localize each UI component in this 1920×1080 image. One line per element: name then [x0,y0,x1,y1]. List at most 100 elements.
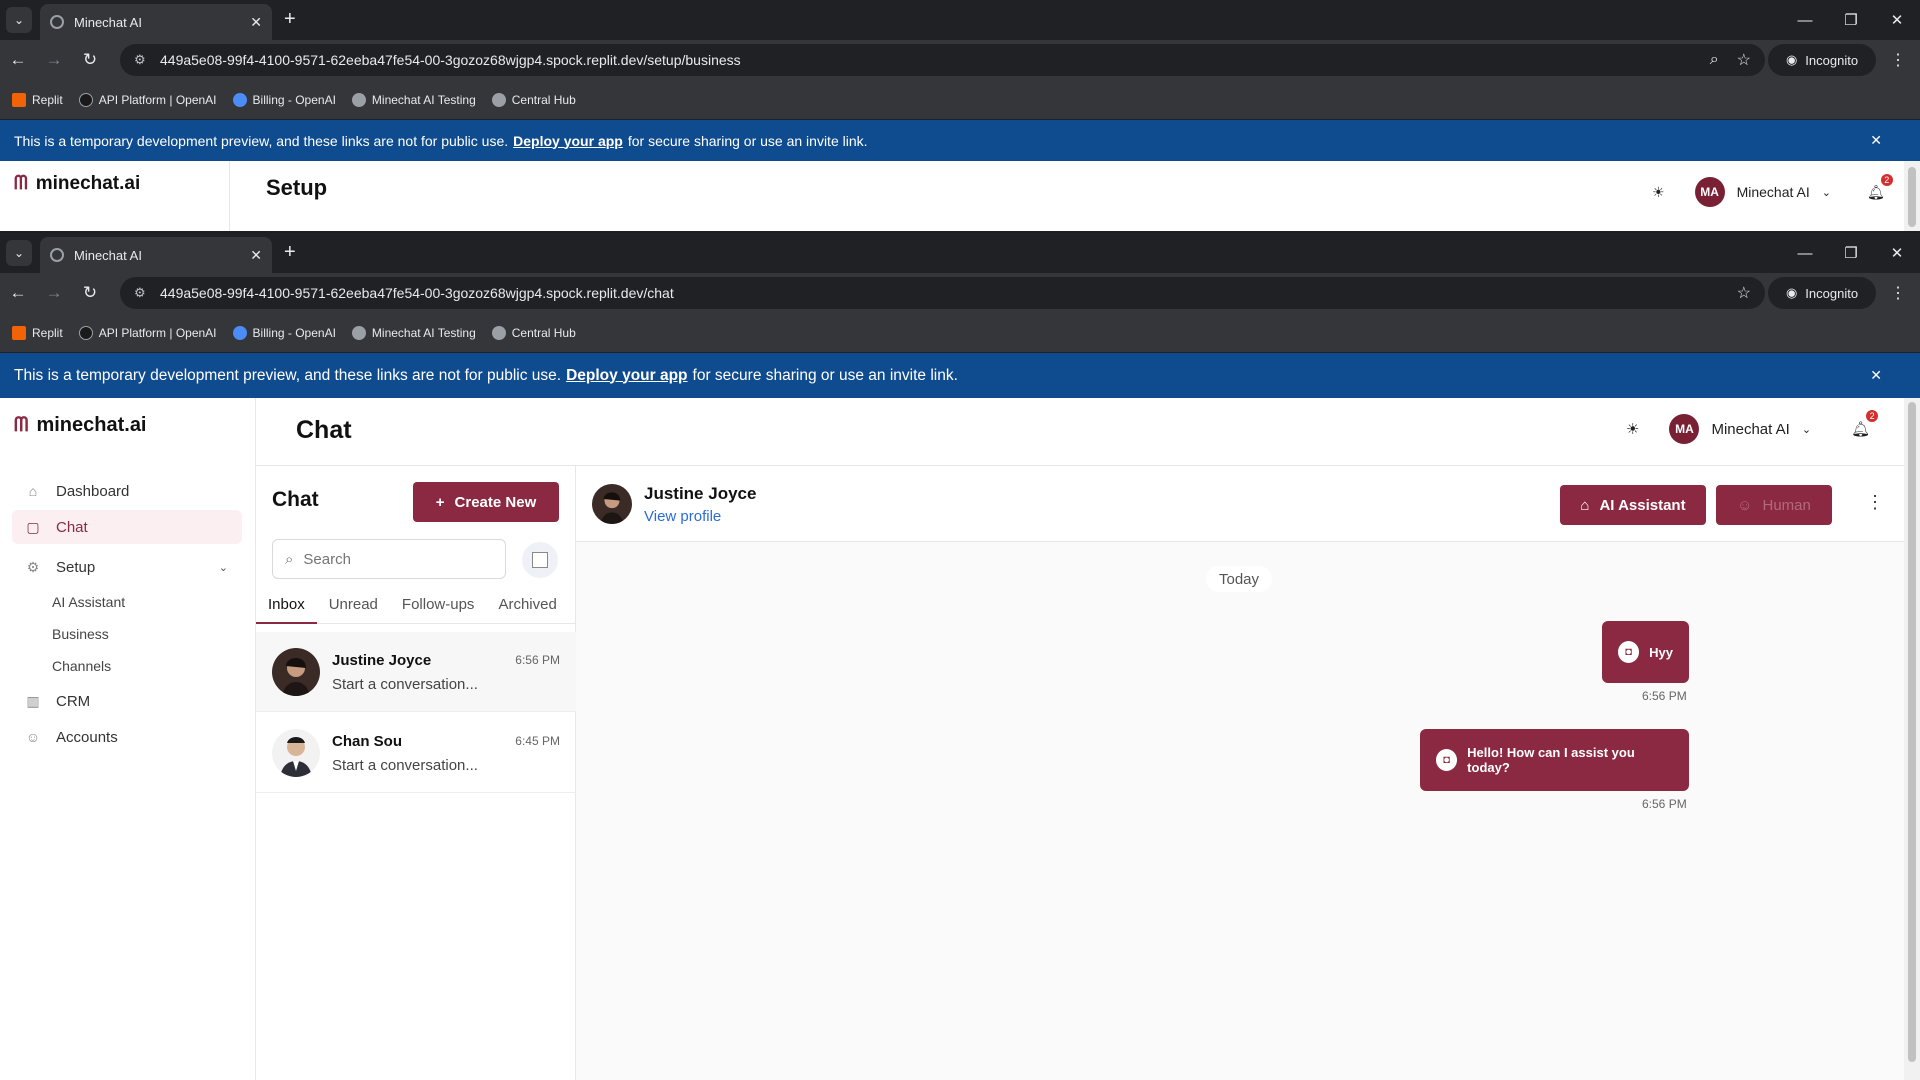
deploy-link[interactable]: Deploy your app [566,367,687,385]
avatar[interactable]: MA [1669,414,1700,444]
minimize-button[interactable]: — [1782,233,1828,273]
date-divider: Today [1206,566,1272,592]
restore-button[interactable]: ❐ [1828,0,1874,40]
notification-badge: 2 [1880,173,1893,186]
app-logo[interactable]: ᗰ minechat.ai [14,414,147,437]
ai-assistant-button[interactable]: ⌂ AI Assistant [1560,485,1706,525]
avatar[interactable]: MA [1694,177,1725,207]
restore-button[interactable]: ❐ [1828,233,1874,273]
message-time: 6:56 PM [1642,797,1687,811]
browser-tab[interactable]: Minechat AI ✕ [40,237,272,273]
chevron-down-icon[interactable]: ⌄ [1822,186,1831,199]
back-button[interactable]: ← [0,283,36,303]
site-settings-icon[interactable]: ⚙ [134,52,150,68]
theme-toggle-icon[interactable]: ☀ [1652,184,1665,201]
contact-avatar [272,729,320,777]
sidebar-item-accounts[interactable]: ☺ Accounts [12,720,242,754]
channel-filter-button[interactable] [522,542,558,578]
bookmark-replit[interactable]: Replit [12,92,63,107]
deploy-link[interactable]: Deploy your app [513,133,623,149]
conversation-item[interactable]: Chan Sou 6:45 PM Start a conversation... [256,713,576,793]
plus-icon: + [435,493,445,511]
address-bar[interactable]: ⚙ 449a5e08-99f4-4100-9571-62eeba47fe54-0… [120,277,1765,309]
browser-tab[interactable]: Minechat AI ✕ [40,4,272,40]
new-tab-button[interactable]: + [284,241,296,264]
browser-menu-icon[interactable]: ⋮ [1890,283,1906,303]
bookmark-billing[interactable]: Billing - OpenAI [232,325,336,340]
chevron-down-icon[interactable]: ⌄ [1802,423,1811,436]
tab-search-button[interactable]: ⌄ [6,240,32,266]
conversation-item[interactable]: Justine Joyce 6:56 PM Start a conversati… [256,632,576,712]
incognito-indicator[interactable]: ◉ Incognito [1768,277,1876,309]
bell-icon[interactable]: 🔔︎ 2 [1867,173,1893,201]
bookmark-replit[interactable]: Replit [12,325,63,340]
bookmark-minechat-testing[interactable]: Minechat AI Testing [351,325,476,340]
sidebar-item-dashboard[interactable]: ⌂ Dashboard [12,474,242,508]
bookmark-central-hub[interactable]: Central Hub [491,92,576,107]
replit-icon [12,92,26,107]
human-label: Human [1762,496,1811,514]
incognito-label: Incognito [1805,52,1859,68]
browser-menu-icon[interactable]: ⋮ [1890,50,1906,70]
tab-follow-ups[interactable]: Follow-ups [390,592,487,624]
back-button[interactable]: ← [0,50,36,70]
minimize-button[interactable]: — [1782,0,1828,40]
app-logo[interactable]: ᗰ minechat.ai [14,173,140,195]
search-box[interactable]: ⌕ [272,539,506,579]
url-text[interactable]: 449a5e08-99f4-4100-9571-62eeba47fe54-00-… [160,285,1719,301]
sidebar-item-label: Dashboard [56,482,130,500]
scrollbar-thumb[interactable] [1908,402,1916,1062]
user-name[interactable]: Minechat AI [1711,421,1789,438]
zoom-icon[interactable]: ⌕ [1710,51,1719,69]
user-name[interactable]: Minechat AI [1737,184,1810,200]
tab-close-icon[interactable]: ✕ [250,247,262,264]
forward-button[interactable]: → [36,50,72,70]
reload-button[interactable]: ↻ [72,283,108,303]
sidebar-subitem-business[interactable]: Business [52,626,109,642]
new-tab-button[interactable]: + [284,8,296,31]
tab-archived[interactable]: Archived [486,592,568,624]
url-text[interactable]: 449a5e08-99f4-4100-9571-62eeba47fe54-00-… [160,52,1692,68]
sidebar-item-crm[interactable]: ▥ CRM [12,684,242,718]
bot-icon: ◘ [1618,641,1640,663]
more-options-icon[interactable]: ⋮ [1866,492,1884,513]
logo-icon: ᗰ [14,414,29,436]
tab-inbox[interactable]: Inbox [256,592,317,624]
close-window-button[interactable]: ✕ [1874,0,1920,40]
tab-search-button[interactable]: ⌄ [6,7,32,33]
search-input[interactable] [303,550,484,568]
banner-close-icon[interactable]: ✕ [1870,367,1882,384]
scrollbar-thumb[interactable] [1908,167,1916,227]
address-bar[interactable]: ⚙ 449a5e08-99f4-4100-9571-62eeba47fe54-0… [120,44,1765,76]
bookmark-star-icon[interactable]: ☆ [1737,283,1751,303]
sidebar-subitem-channels[interactable]: Channels [52,658,111,674]
human-button[interactable]: ☺ Human [1716,485,1832,525]
scrollbar[interactable] [1904,398,1920,1080]
sidebar-item-label: Setup [56,558,96,576]
bookmark-api-platform[interactable]: API Platform | OpenAI [78,92,217,107]
tab-close-icon[interactable]: ✕ [250,14,262,31]
theme-toggle-icon[interactable]: ☀ [1626,420,1639,438]
reload-button[interactable]: ↻ [72,50,108,70]
incognito-indicator[interactable]: ◉ Incognito [1768,44,1876,76]
bookmark-minechat-testing[interactable]: Minechat AI Testing [351,92,476,107]
hub-icon [491,92,506,107]
bookmark-star-icon[interactable]: ☆ [1737,50,1751,70]
tab-unread[interactable]: Unread [317,592,390,624]
create-new-button[interactable]: + Create New [413,482,559,522]
bookmark-billing[interactable]: Billing - OpenAI [232,92,336,107]
incognito-icon: ◉ [1785,285,1798,300]
sidebar-subitem-ai-assistant[interactable]: AI Assistant [52,594,125,610]
contact-avatar [592,484,632,524]
sidebar-item-setup[interactable]: ⚙ Setup ⌄ [12,550,242,584]
site-settings-icon[interactable]: ⚙ [134,285,150,301]
view-profile-link[interactable]: View profile [644,508,721,525]
bookmark-central-hub[interactable]: Central Hub [491,325,576,340]
forward-button[interactable]: → [36,283,72,303]
close-window-button[interactable]: ✕ [1874,233,1920,273]
sidebar-item-chat[interactable]: ▢ Chat [12,510,242,544]
bell-icon[interactable]: 🔔︎ 2 [1851,410,1879,438]
bookmark-api-platform[interactable]: API Platform | OpenAI [78,325,217,340]
scrollbar[interactable] [1904,161,1920,231]
banner-close-icon[interactable]: ✕ [1870,132,1882,149]
